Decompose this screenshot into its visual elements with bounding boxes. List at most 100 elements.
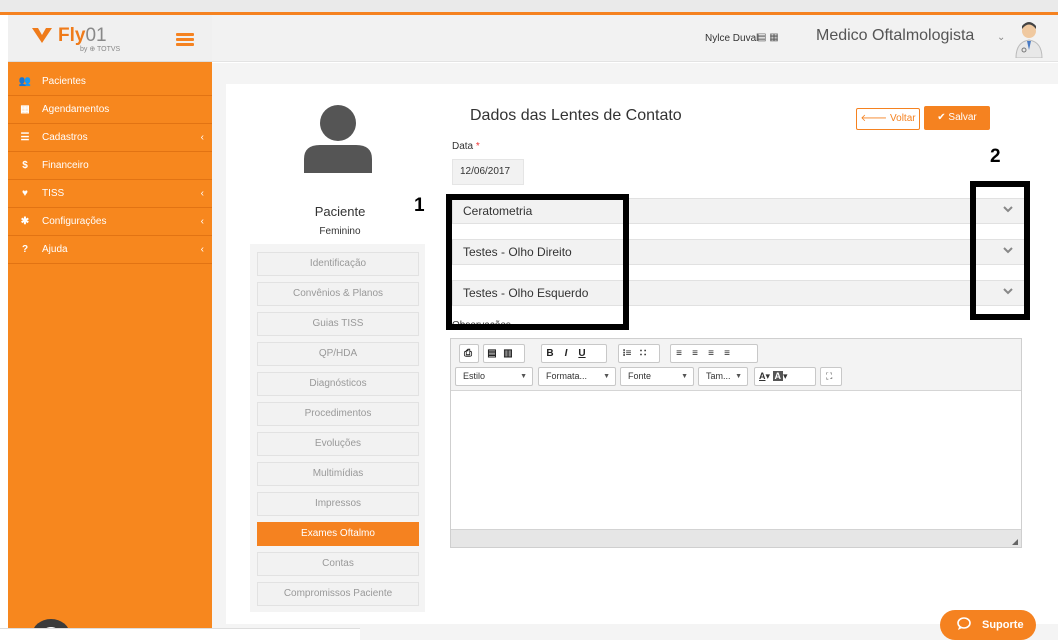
save-button-label: Salvar bbox=[948, 112, 977, 123]
annotation-number-2: 2 bbox=[990, 146, 1001, 167]
bold-button[interactable]: B bbox=[542, 345, 558, 362]
patient-label: Paciente bbox=[314, 204, 366, 219]
save-button[interactable]: ✔ Salvar bbox=[924, 106, 990, 130]
logo-text[interactable]: Fly01 bbox=[58, 25, 107, 47]
format-combo[interactable]: Formata... ▼ bbox=[538, 367, 616, 386]
patient-nav-item[interactable]: Compromissos Paciente bbox=[257, 582, 419, 606]
patient-nav-item[interactable]: QP/HDA bbox=[257, 342, 419, 366]
patient-nav-item[interactable]: Impressos bbox=[257, 492, 419, 516]
sidebar-menu: 👥 Pacientes ▦ Agendamentos ☰ Cadastros ‹ $ Finan… bbox=[8, 68, 212, 264]
doctor-avatar-icon[interactable] bbox=[1012, 20, 1046, 58]
align-buttons[interactable]: ≡ ≡ ≡ ≡ bbox=[670, 344, 758, 363]
support-label: Suporte bbox=[982, 619, 1024, 631]
users-icon: 👥 bbox=[18, 76, 32, 87]
sidebar: Fly01 by ⊕ TOTVS 👥 Pacientes ▦ Agendamentos… bbox=[8, 15, 212, 640]
heartbeat-icon: ♥ bbox=[22, 188, 28, 199]
sidebar-item-label: Agendamentos bbox=[42, 104, 110, 115]
paste-buttons[interactable]: ▤ ▥ bbox=[483, 344, 525, 363]
dropdown-arrow-icon: ▼ bbox=[681, 373, 688, 380]
list-buttons[interactable]: ⁝≡ ∷ bbox=[618, 344, 660, 363]
format-buttons[interactable]: BIU bbox=[541, 344, 607, 363]
text-color-icon[interactable]: A bbox=[759, 371, 766, 381]
role-chevron-down-icon[interactable]: ⌄ bbox=[997, 32, 1005, 43]
maximize-icon[interactable]: ⛶ bbox=[820, 367, 842, 386]
resize-handle-icon[interactable] bbox=[1012, 539, 1018, 545]
size-combo[interactable]: Tam... ▼ bbox=[698, 367, 748, 386]
patient-avatar-icon bbox=[304, 105, 372, 173]
editor-toolbar: ⎙ ▤ ▥ BIU ⁝≡ ∷ ≡ ≡ ≡ ≡ Estilo ▼ Formata... ▼ Fo… bbox=[451, 339, 1021, 391]
chevron-left-icon: ‹ bbox=[200, 216, 204, 227]
logo-area: Fly01 by ⊕ TOTVS bbox=[8, 15, 212, 62]
bg-color-icon[interactable]: A bbox=[772, 371, 784, 381]
annotation-box-2 bbox=[970, 181, 1030, 320]
back-button-label: Voltar bbox=[890, 113, 916, 124]
date-field[interactable]: 12/06/2017 bbox=[452, 159, 524, 185]
numbered-list-icon[interactable]: ⁝≡ bbox=[619, 345, 635, 362]
calendar-icon: ▦ bbox=[20, 104, 30, 115]
arrow-left-icon: 🡐 bbox=[860, 113, 891, 124]
patient-gender: Feminino bbox=[319, 226, 361, 237]
font-combo[interactable]: Fonte ▼ bbox=[620, 367, 694, 386]
patient-nav-item[interactable]: Diagnósticos bbox=[257, 372, 419, 396]
support-button[interactable]: Suporte bbox=[940, 610, 1036, 640]
patient-nav-item[interactable]: Convênios & Planos bbox=[257, 282, 419, 306]
check-icon: ✔ bbox=[937, 112, 949, 123]
question-icon: ? bbox=[21, 244, 29, 255]
patient-nav-item[interactable]: Identificação bbox=[257, 252, 419, 276]
back-button[interactable]: 🡐 Voltar bbox=[856, 108, 920, 130]
chevron-left-icon: ‹ bbox=[200, 244, 204, 255]
logo-subtitle: by ⊕ TOTVS bbox=[80, 46, 121, 53]
logo-icon bbox=[32, 28, 52, 43]
rich-text-editor: ⎙ ▤ ▥ BIU ⁝≡ ∷ ≡ ≡ ≡ ≡ Estilo ▼ Formata... ▼ Fo… bbox=[450, 338, 1022, 548]
patient-nav-item[interactable]: Multimídias bbox=[257, 462, 419, 486]
underline-button[interactable]: U bbox=[574, 345, 590, 362]
align-center-icon[interactable]: ≡ bbox=[687, 345, 703, 362]
align-right-icon[interactable]: ≡ bbox=[703, 345, 719, 362]
chevron-left-icon: ‹ bbox=[200, 188, 204, 199]
sidebar-item-label: Cadastros bbox=[42, 132, 88, 143]
dollar-icon: $ bbox=[22, 160, 28, 171]
patient-nav-item[interactable]: Procedimentos bbox=[257, 402, 419, 426]
editor-footer bbox=[451, 529, 1021, 547]
sidebar-item-financeiro[interactable]: $ Financeiro bbox=[8, 152, 212, 180]
sidebar-item-ajuda[interactable]: ? Ajuda ‹ bbox=[8, 236, 212, 264]
sidebar-item-configuraes[interactable]: ✱ Configurações ‹ bbox=[8, 208, 212, 236]
user-name[interactable]: Nylce Duval bbox=[705, 33, 758, 44]
role-selector[interactable]: Medico Oftalmologista bbox=[816, 27, 974, 45]
top-header: Nylce Duval ▤ ▦ Medico Oftalmologista ⌄ bbox=[212, 15, 1058, 62]
patient-nav-item[interactable]: Evoluções bbox=[257, 432, 419, 456]
list-icon: ☰ bbox=[20, 132, 30, 143]
sidebar-item-label: TISS bbox=[42, 188, 65, 199]
style-combo[interactable]: Estilo ▼ bbox=[455, 367, 533, 386]
annotation-box-1 bbox=[446, 194, 629, 330]
print-button[interactable]: ⎙ bbox=[459, 344, 479, 363]
sidebar-item-label: Financeiro bbox=[42, 160, 89, 171]
page-title: Dados das Lentes de Contato bbox=[470, 107, 682, 124]
support-chat-icon bbox=[957, 617, 971, 630]
italic-button[interactable]: I bbox=[558, 345, 574, 362]
patient-nav-item[interactable]: Guias TISS bbox=[257, 312, 419, 336]
paste-icon[interactable]: ▤ bbox=[484, 345, 500, 362]
sidebar-item-tiss[interactable]: ♥ TISS ‹ bbox=[8, 180, 212, 208]
dropdown-arrow-icon: ▼ bbox=[735, 373, 742, 380]
sidebar-item-label: Ajuda bbox=[42, 244, 68, 255]
patient-nav-item[interactable]: Contas bbox=[257, 552, 419, 576]
color-buttons[interactable]: A▾ A ▾ bbox=[754, 367, 816, 386]
required-mark: * bbox=[475, 141, 480, 152]
dropdown-arrow-icon: ▼ bbox=[603, 373, 610, 380]
sidebar-item-label: Configurações bbox=[42, 216, 107, 227]
sidebar-item-agendamentos[interactable]: ▦ Agendamentos bbox=[8, 96, 212, 124]
bulleted-list-icon[interactable]: ∷ bbox=[635, 345, 651, 362]
patient-nav-item[interactable]: Exames Oftalmo bbox=[257, 522, 419, 546]
sidebar-item-pacientes[interactable]: 👥 Pacientes bbox=[8, 68, 212, 96]
sidebar-item-label: Pacientes bbox=[42, 76, 86, 87]
paste-text-icon[interactable]: ▥ bbox=[500, 345, 516, 362]
bottom-strip bbox=[0, 628, 360, 640]
align-justify-icon[interactable]: ≡ bbox=[719, 345, 735, 362]
user-card-icons[interactable]: ▤ ▦ bbox=[757, 32, 779, 43]
date-label: Data * bbox=[452, 141, 480, 152]
align-left-icon[interactable]: ≡ bbox=[671, 345, 687, 362]
gear-icon: ✱ bbox=[20, 216, 30, 227]
sidebar-item-cadastros[interactable]: ☰ Cadastros ‹ bbox=[8, 124, 212, 152]
hamburger-menu-icon[interactable] bbox=[176, 33, 194, 46]
